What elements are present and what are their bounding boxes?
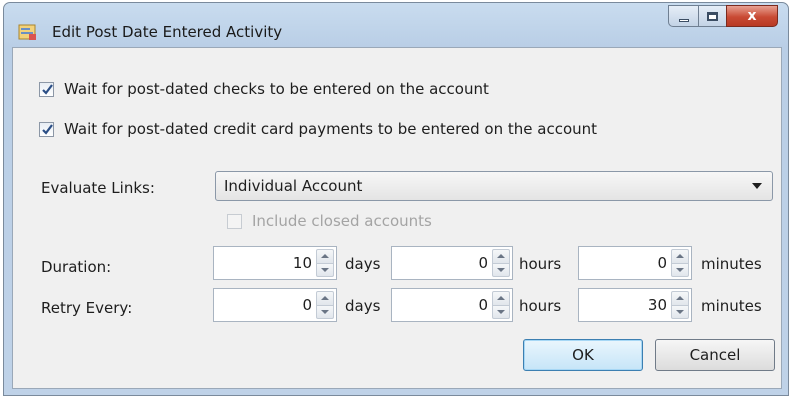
dialog-window: Edit Post Date Entered Activity x Wait f…: [3, 2, 789, 396]
retry-days-unit: days: [345, 297, 381, 315]
duration-hours-unit: hours: [519, 255, 562, 273]
wait-checks-row[interactable]: Wait for post-dated checks to be entered…: [39, 80, 489, 98]
app-icon: [18, 23, 38, 41]
retry-minutes-unit: minutes: [701, 297, 762, 315]
window-controls: x: [668, 5, 778, 31]
retry-hours-input[interactable]: 0: [391, 288, 513, 322]
duration-hours-input[interactable]: 0: [391, 246, 513, 280]
duration-label: Duration:: [41, 258, 112, 276]
evaluate-links-dropdown[interactable]: Individual Account: [215, 171, 773, 201]
duration-minutes-value: 0: [657, 254, 667, 272]
spin-up-button[interactable]: [492, 249, 510, 264]
duration-days-value: 10: [292, 254, 312, 272]
wait-credit-card-label: Wait for post-dated credit card payments…: [64, 120, 598, 138]
retry-minutes-input[interactable]: 30: [578, 288, 692, 322]
evaluate-links-value: Individual Account: [224, 177, 363, 195]
include-closed-label: Include closed accounts: [252, 212, 432, 230]
include-closed-row: Include closed accounts: [227, 212, 432, 230]
wait-credit-card-row[interactable]: Wait for post-dated credit card payments…: [39, 120, 597, 138]
duration-days-input[interactable]: 10: [213, 246, 337, 280]
include-closed-checkbox: [227, 213, 242, 229]
retry-days-value: 0: [302, 296, 312, 314]
duration-hours-value: 0: [478, 254, 488, 272]
spin-down-button[interactable]: [671, 263, 689, 277]
spin-up-button[interactable]: [316, 291, 334, 306]
maximize-button[interactable]: [698, 5, 726, 27]
spin-up-button[interactable]: [671, 291, 689, 306]
ok-button[interactable]: OK: [523, 339, 643, 371]
spin-down-button[interactable]: [492, 305, 510, 319]
spin-up-button[interactable]: [492, 291, 510, 306]
minimize-icon: [678, 18, 689, 22]
spin-down-button[interactable]: [671, 305, 689, 319]
duration-minutes-unit: minutes: [701, 255, 762, 273]
retry-minutes-value: 30: [647, 296, 667, 314]
close-icon: x: [747, 8, 757, 24]
retry-hours-unit: hours: [519, 297, 562, 315]
dialog-body: Wait for post-dated checks to be entered…: [12, 47, 782, 389]
wait-checks-label: Wait for post-dated checks to be entered…: [64, 80, 489, 98]
window-title: Edit Post Date Entered Activity: [52, 23, 283, 41]
evaluate-links-label: Evaluate Links:: [41, 179, 155, 197]
duration-days-unit: days: [345, 255, 381, 273]
minimize-button[interactable]: [668, 5, 698, 27]
spin-up-button[interactable]: [316, 249, 334, 264]
cancel-button[interactable]: Cancel: [655, 339, 775, 371]
close-button[interactable]: x: [726, 5, 778, 27]
title-bar[interactable]: Edit Post Date Entered Activity x: [4, 3, 788, 49]
spin-down-button[interactable]: [316, 263, 334, 277]
retry-every-label: Retry Every:: [41, 299, 133, 317]
spin-up-button[interactable]: [671, 249, 689, 264]
spin-down-button[interactable]: [492, 263, 510, 277]
maximize-icon: [707, 11, 718, 21]
retry-days-input[interactable]: 0: [213, 288, 337, 322]
duration-minutes-input[interactable]: 0: [578, 246, 692, 280]
wait-checks-checkbox[interactable]: [39, 81, 54, 97]
spin-down-button[interactable]: [316, 305, 334, 319]
chevron-down-icon: [752, 183, 762, 189]
wait-credit-card-checkbox[interactable]: [39, 121, 54, 137]
retry-hours-value: 0: [478, 296, 488, 314]
